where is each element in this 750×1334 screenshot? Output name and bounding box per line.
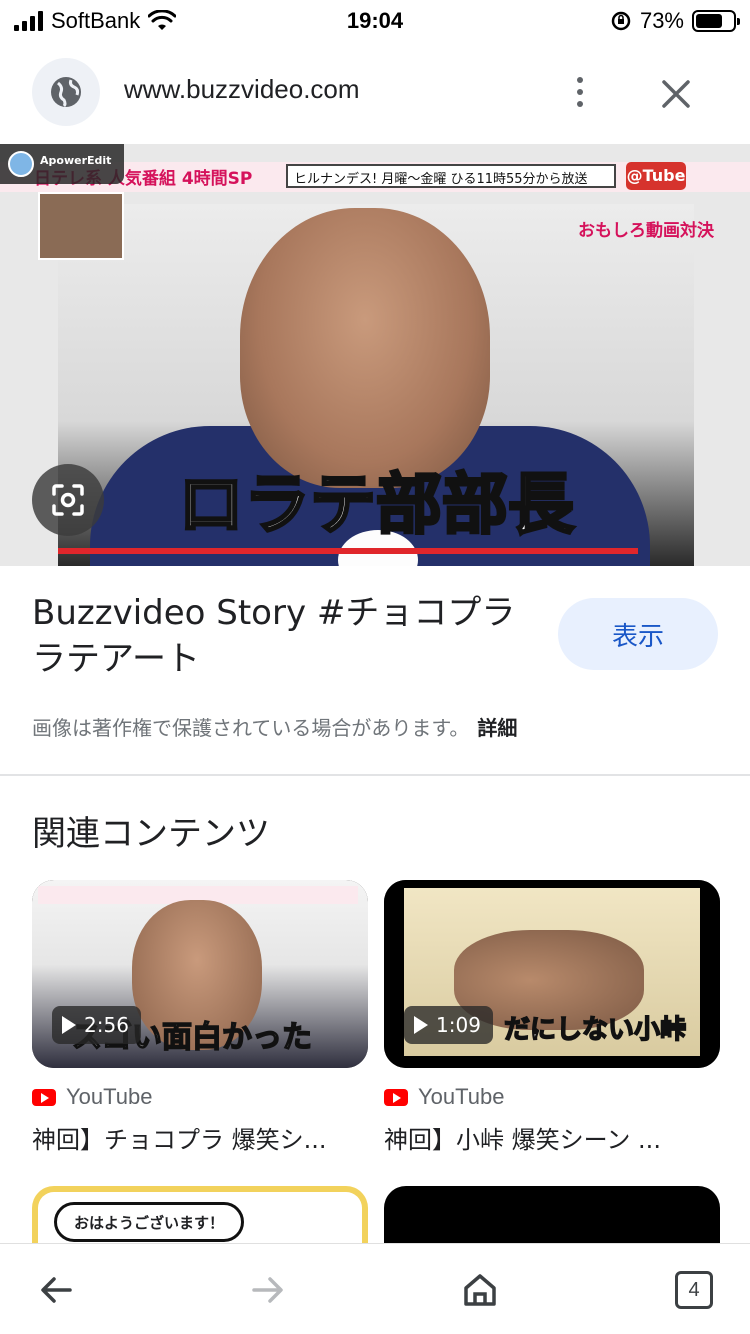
status-right: 73% [610, 8, 740, 34]
speech-bubble: おはようございます！ [54, 1202, 244, 1242]
duration-text: 1:09 [436, 1013, 481, 1037]
battery-icon [692, 10, 740, 32]
hero-inset-face [38, 192, 124, 260]
source-name: YouTube [66, 1084, 153, 1109]
url-text[interactable]: www.buzzvideo.com [124, 74, 360, 105]
result-title[interactable]: Buzzvideo Story #チョコプラ ラテアート [32, 590, 532, 682]
video-source: YouTube [384, 1084, 720, 1110]
home-button[interactable] [456, 1266, 504, 1314]
youtube-icon [32, 1088, 56, 1106]
hero-person [240, 208, 490, 488]
copyright-notice: 画像は著作権で保護されている場合があります。 詳細 [32, 712, 517, 741]
related-heading: 関連コンテンツ [32, 814, 270, 854]
apoweredit-logo-icon [8, 151, 34, 177]
hero-search-box: ヒルナンデス! 月曜〜金曜 ひる11時55分から放送 [286, 164, 616, 188]
related-card-2[interactable]: だにしない小峠 1:09 YouTube 神回】小峠 爆笑シーン ... [384, 880, 720, 1155]
status-bar: SoftBank 19:04 73% [0, 0, 750, 42]
bottom-toolbar: 4 [0, 1244, 750, 1334]
forward-arrow-icon [252, 1277, 283, 1303]
hero-tube-logo: @Tube [626, 162, 686, 190]
duration-badge: 2:56 [52, 1006, 141, 1044]
hero-red-line [58, 548, 638, 554]
hero-image[interactable]: 日テレ系 人気番組 4時間SP ヒルナンデス! 月曜〜金曜 ひる11時55分から… [0, 144, 750, 566]
apoweredit-watermark: ApowerEdit [0, 144, 124, 184]
video-thumbnail[interactable]: だにしない小峠 1:09 [384, 880, 720, 1068]
video-title[interactable]: 神回】小峠 爆笑シーン ... [384, 1120, 720, 1155]
hero-caption: ロラテ部部長 [177, 464, 576, 545]
battery-fill [696, 14, 723, 28]
related-card-1[interactable]: スゴい面白かった 2:56 YouTube 神回】チョコプラ 爆笑シ... [32, 880, 368, 1155]
video-title[interactable]: 神回】チョコプラ 爆笑シ... [32, 1120, 368, 1155]
tabs-button[interactable]: 4 [670, 1266, 718, 1314]
divider [0, 774, 750, 776]
duration-text: 2:56 [84, 1013, 129, 1037]
lens-icon [52, 484, 84, 516]
rotation-lock-icon [611, 11, 631, 31]
thumbnail-caption: だにしない小峠 [503, 1014, 687, 1046]
details-link[interactable]: 詳細 [477, 716, 517, 740]
source-name: YouTube [418, 1084, 505, 1109]
youtube-icon [384, 1088, 408, 1106]
more-vert-icon[interactable] [560, 72, 600, 112]
apoweredit-text: ApowerEdit [40, 154, 112, 167]
video-thumbnail[interactable]: スゴい面白かった 2:56 [32, 880, 368, 1068]
back-arrow-icon [41, 1277, 72, 1303]
home-icon [464, 1274, 496, 1306]
lens-button[interactable] [32, 464, 104, 536]
view-button[interactable]: 表示 [558, 598, 718, 670]
play-icon [414, 1016, 428, 1034]
back-button[interactable] [32, 1266, 80, 1314]
hero-subtitle: おもしろ動画対決 [578, 221, 714, 241]
close-icon[interactable] [654, 72, 698, 116]
play-icon [62, 1016, 76, 1034]
result-title-block: Buzzvideo Story #チョコプラ ラテアート [32, 590, 532, 682]
video-source: YouTube [32, 1084, 368, 1110]
duration-badge: 1:09 [404, 1006, 493, 1044]
tabs-icon: 4 [675, 1271, 713, 1309]
site-info-button[interactable] [32, 58, 100, 126]
battery-percent: 73% [639, 8, 684, 33]
globe-icon [51, 77, 81, 108]
url-bar: www.buzzvideo.com [0, 54, 750, 130]
copyright-text: 画像は著作権で保護されている場合があります。 [32, 716, 470, 740]
forward-button[interactable] [244, 1266, 292, 1314]
